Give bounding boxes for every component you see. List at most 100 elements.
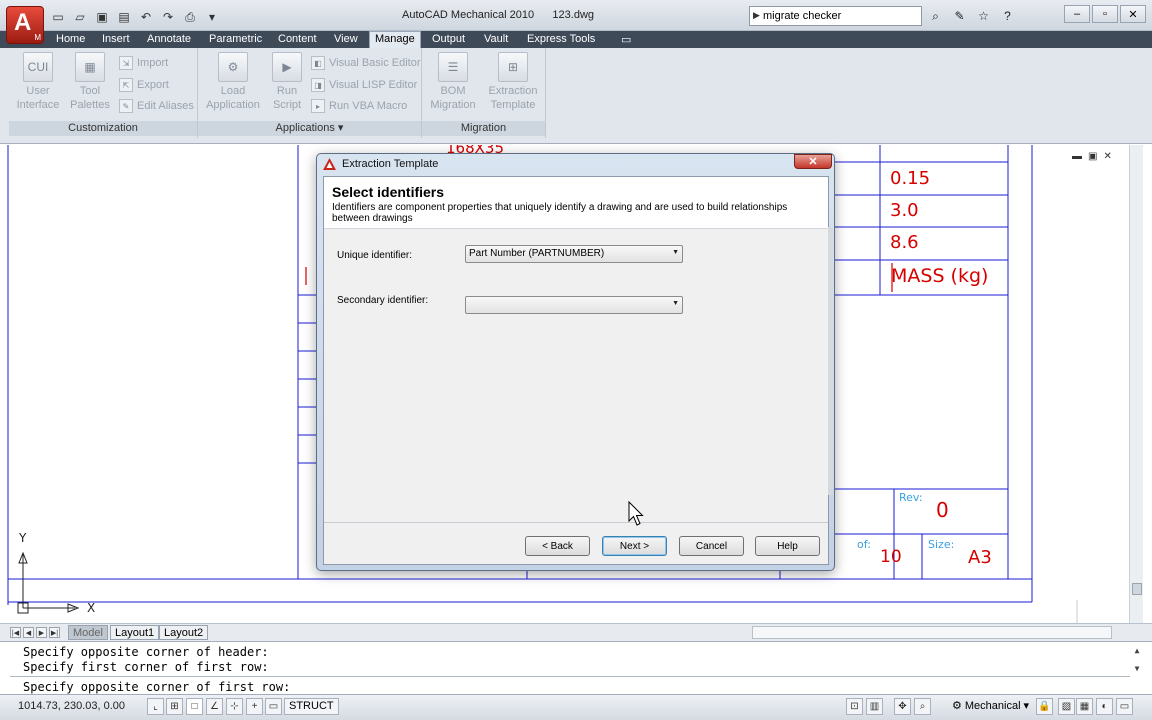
command-line[interactable]: Specify opposite corner of header: Speci… — [0, 641, 1152, 694]
back-button[interactable]: < Back — [525, 536, 590, 556]
visual-basic-editor-button[interactable]: ◧ Visual Basic Editor — [311, 55, 421, 71]
osnap-icon[interactable]: ⊹ — [226, 698, 243, 715]
tab-vault[interactable]: Vault — [479, 32, 513, 48]
run-vba-macro-label: Run VBA Macro — [329, 100, 408, 112]
extraction-template-button[interactable]: ⊞ Extraction Template — [484, 52, 542, 112]
tab-annotate[interactable]: Annotate — [142, 32, 196, 48]
dialog-content: Select identifiers Identifiers are compo… — [323, 176, 833, 565]
save-as-icon[interactable]: ▣ — [92, 8, 112, 26]
run-vba-macro-button[interactable]: ▸ Run VBA Macro — [311, 98, 407, 114]
unique-identifier-dropdown[interactable]: Part Number (PARTNUMBER) ▼ — [465, 245, 683, 263]
hardware-acceleration-icon[interactable]: ▦ — [1076, 698, 1093, 715]
tab-express-tools[interactable]: Express Tools — [522, 32, 600, 48]
tab-content[interactable]: Content — [273, 32, 322, 48]
viewport-restore-icon[interactable]: ▣ — [1088, 151, 1097, 162]
search-arrow-icon[interactable]: ▶ — [753, 10, 760, 21]
title-block-size-label: Size: — [928, 538, 955, 551]
clean-screen-icon[interactable]: ▭ — [1116, 698, 1133, 715]
new-icon[interactable]: ▭ — [48, 8, 68, 26]
export-button[interactable]: ⇱ Export — [119, 77, 169, 93]
redo-icon[interactable]: ↷ — [158, 8, 178, 26]
extraction-template-label: Extraction Template — [488, 85, 538, 111]
drawing-vertical-scrollbar[interactable] — [1129, 145, 1143, 623]
last-layout-icon[interactable]: ▶| — [49, 627, 60, 638]
otrack-icon[interactable]: + — [246, 698, 263, 715]
plot-icon[interactable]: ⎙ — [180, 8, 200, 26]
grid-icon[interactable]: ⊞ — [166, 698, 183, 715]
save-icon[interactable]: ▤ — [114, 8, 134, 26]
viewport-controls: ▬ ▣ ✕ — [1072, 151, 1112, 162]
ortho-icon[interactable]: □ — [186, 698, 203, 715]
command-history-line: Specify opposite corner of header: — [23, 645, 269, 659]
panel-title-customization: Customization — [9, 121, 197, 136]
application-menu-button[interactable]: A M — [6, 6, 44, 44]
help-button[interactable]: Help — [755, 536, 820, 556]
dropdown-icon[interactable]: ▾ — [202, 8, 222, 26]
workspace-switcher[interactable]: ⚙ Mechanical ▾ — [952, 699, 1029, 713]
ribbon-toggle-icon[interactable]: ▭ — [616, 32, 636, 48]
secondary-identifier-dropdown[interactable]: ▼ — [465, 296, 683, 314]
lock-icon[interactable]: 🔒 — [1036, 698, 1053, 715]
edit-aliases-button[interactable]: ✎ Edit Aliases — [119, 98, 194, 114]
scrollbar-thumb[interactable] — [1132, 583, 1142, 595]
dialog-footer-divider — [324, 522, 828, 523]
viewport-close-icon[interactable]: ✕ — [1103, 151, 1111, 162]
tab-parametric[interactable]: Parametric — [204, 32, 267, 48]
tab-manage[interactable]: Manage — [369, 31, 421, 48]
binoculars-icon[interactable]: ⌕ — [925, 7, 946, 25]
cancel-button[interactable]: Cancel — [679, 536, 744, 556]
star-icon[interactable]: ☆ — [973, 7, 994, 25]
tab-layout2[interactable]: Layout2 — [159, 625, 209, 640]
minimize-button[interactable]: – — [1064, 5, 1090, 23]
bom-migration-button[interactable]: ☰ BOM Migration — [428, 52, 478, 112]
next-button[interactable]: Next > — [602, 536, 667, 556]
zoom-icon[interactable]: ⌕ — [914, 698, 931, 715]
user-interface-label: User Interface — [16, 85, 60, 111]
annotation-icon[interactable]: ▧ — [1058, 698, 1075, 715]
visual-lisp-editor-button[interactable]: ◨ Visual LISP Editor — [311, 77, 417, 93]
dialog-close-button[interactable]: ✕ — [794, 154, 832, 169]
tab-insert[interactable]: Insert — [97, 32, 135, 48]
next-layout-icon[interactable]: ▶ — [36, 627, 47, 638]
first-layout-icon[interactable]: |◀ — [10, 627, 21, 638]
import-button[interactable]: ⇲ Import — [119, 55, 168, 71]
tab-view[interactable]: View — [329, 32, 363, 48]
wrench-icon[interactable]: ✎ — [949, 7, 970, 25]
command-prompt[interactable]: Specify opposite corner of first row: — [23, 680, 290, 694]
export-icon: ⇱ — [119, 78, 133, 92]
visual-lisp-editor-label: Visual LISP Editor — [329, 79, 418, 91]
tab-model[interactable]: Model — [68, 625, 108, 640]
command-scrollbar[interactable]: ▲ ▼ — [1131, 646, 1143, 692]
tab-output[interactable]: Output — [427, 32, 470, 48]
open-icon[interactable]: ▱ — [70, 8, 90, 26]
tab-home[interactable]: Home — [51, 32, 90, 48]
pan-icon[interactable]: ✥ — [894, 698, 911, 715]
polar-icon[interactable]: ∠ — [206, 698, 223, 715]
model-space-icon[interactable]: ⊡ — [846, 698, 863, 715]
import-icon: ⇲ — [119, 56, 133, 70]
tool-palettes-icon: ▦ — [75, 52, 105, 82]
search-input[interactable] — [763, 9, 918, 23]
help-icon[interactable]: ? — [997, 7, 1018, 25]
run-script-button[interactable]: ▶ Run Script — [262, 52, 312, 112]
undo-icon[interactable]: ↶ — [136, 8, 156, 26]
lineweight-icon[interactable]: ▭ — [265, 698, 282, 715]
snap-icon[interactable]: ⌞ — [147, 698, 164, 715]
panel-title-applications[interactable]: Applications ▾ — [198, 121, 421, 136]
maximize-button[interactable]: ▫ — [1092, 5, 1118, 23]
export-label: Export — [137, 79, 169, 91]
user-interface-button[interactable]: CUI User Interface — [13, 52, 63, 112]
cui-icon-label: CUI — [27, 60, 49, 74]
quick-view-icon[interactable]: ▥ — [866, 698, 883, 715]
close-button[interactable]: ✕ — [1120, 5, 1146, 23]
dialog-scrollbar[interactable] — [828, 227, 833, 495]
tab-layout1[interactable]: Layout1 — [110, 625, 160, 640]
load-application-button[interactable]: ⚙ Load Application — [202, 52, 264, 112]
search-box[interactable]: ▶ — [749, 6, 922, 26]
prev-layout-icon[interactable]: ◀ — [23, 627, 34, 638]
viewport-minimize-icon[interactable]: ▬ — [1072, 151, 1082, 162]
struct-toggle[interactable]: STRUCT — [284, 698, 339, 715]
drawing-horizontal-scrollbar[interactable] — [752, 626, 1112, 639]
tool-palettes-button[interactable]: ▦ Tool Palettes — [65, 52, 115, 112]
isolate-objects-icon[interactable]: ◐ — [1096, 698, 1113, 715]
